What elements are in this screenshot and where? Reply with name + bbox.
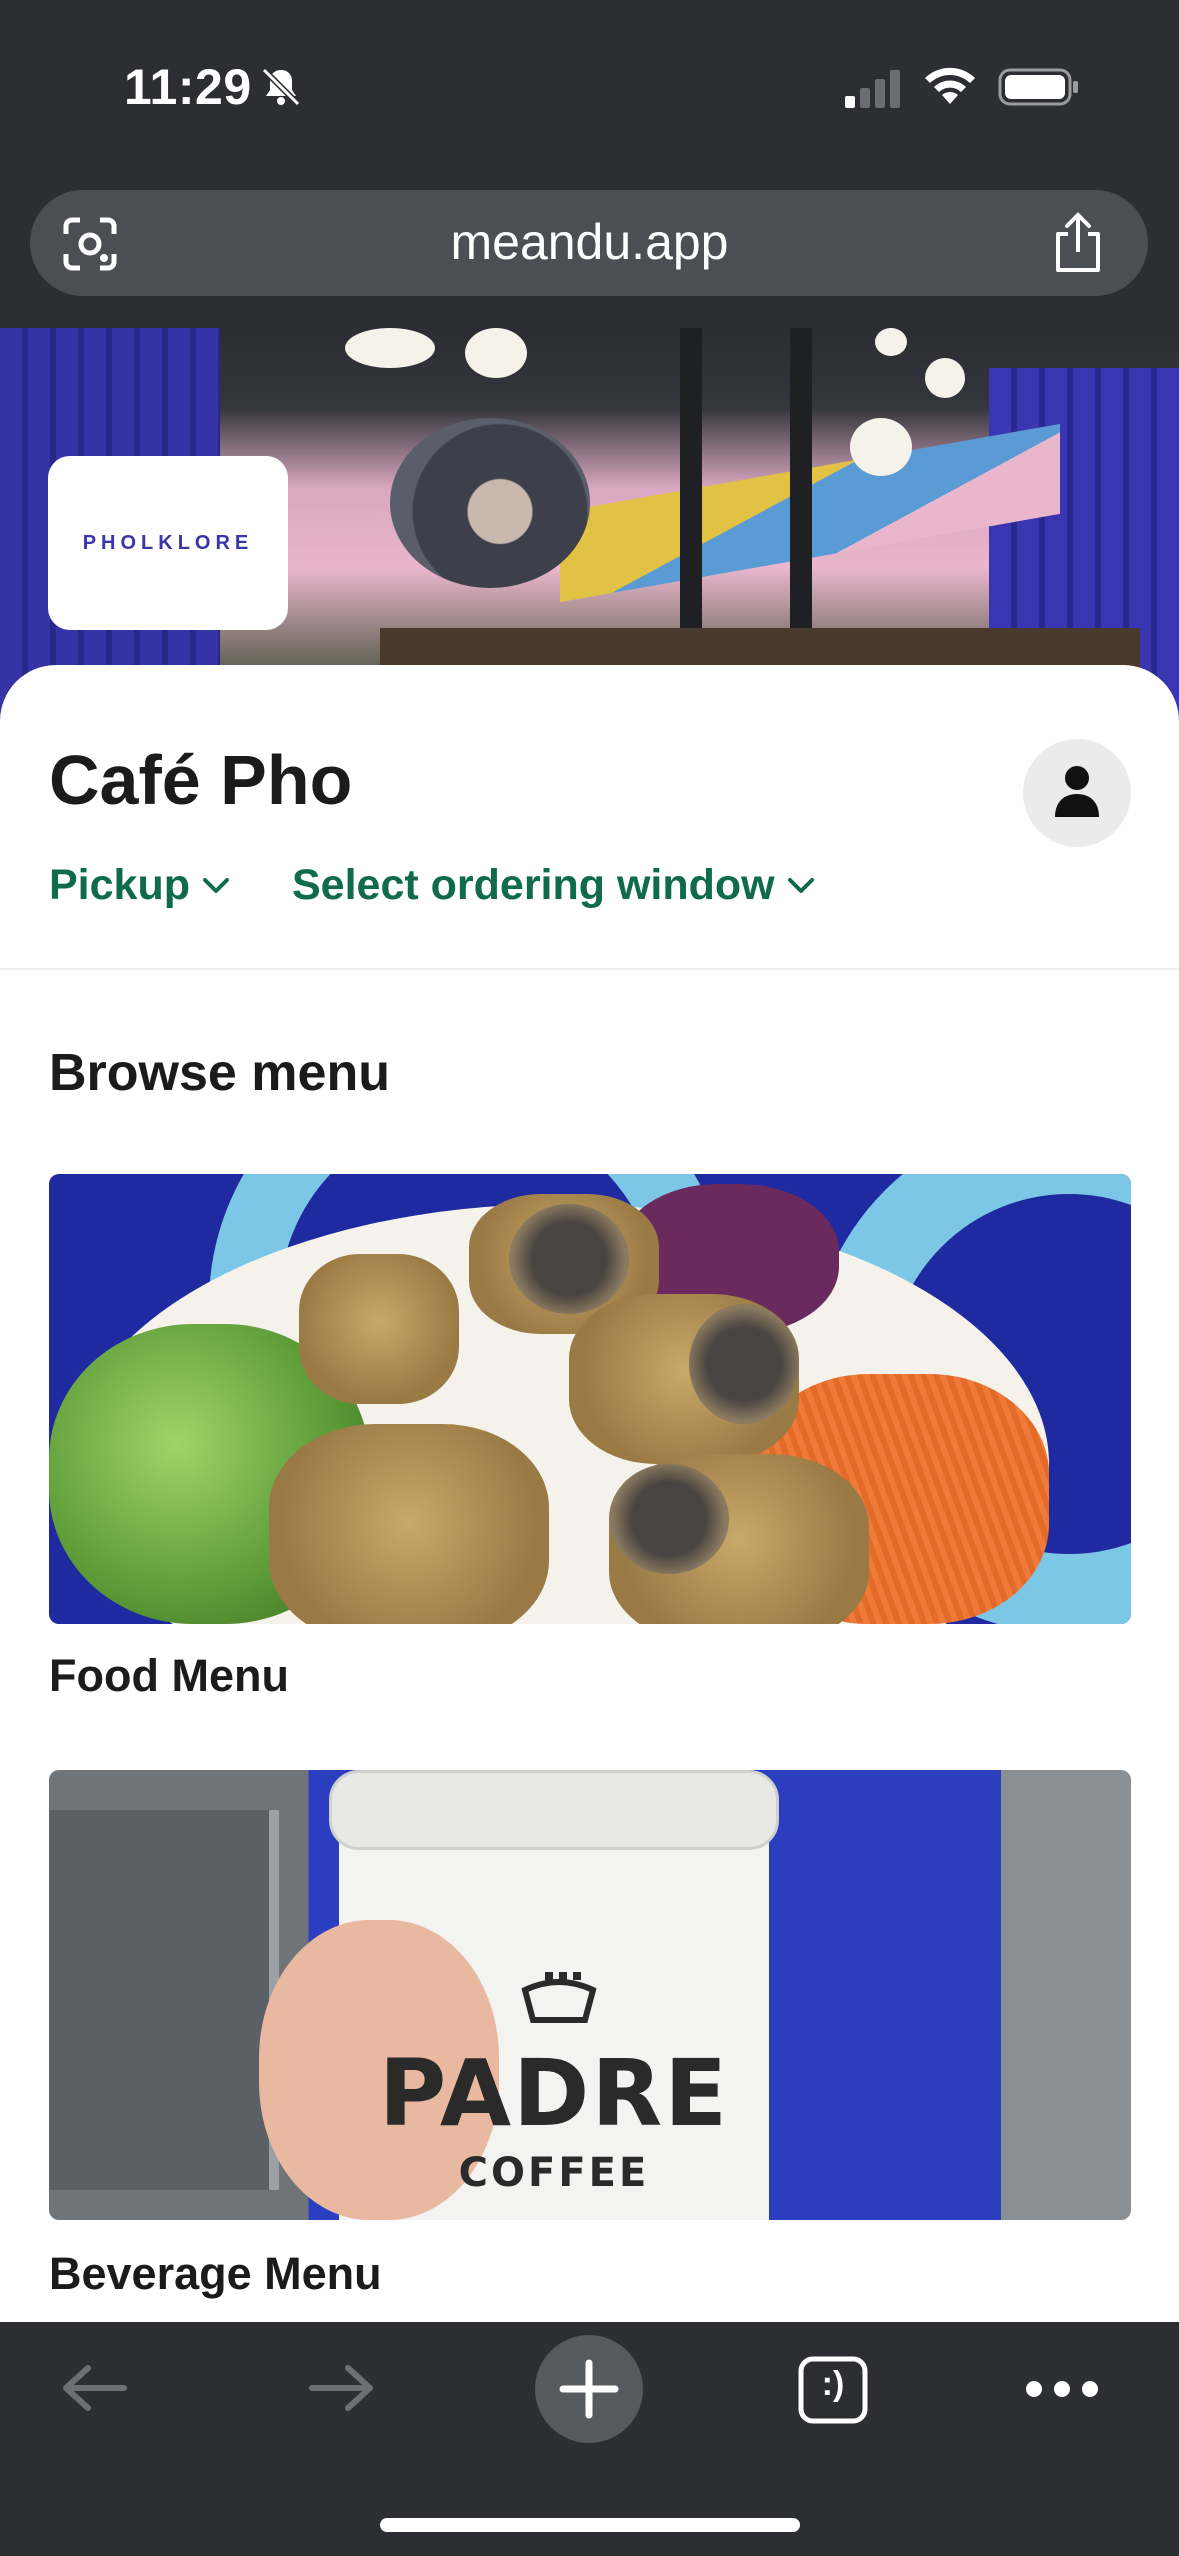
order-type-label: Pickup <box>49 861 190 909</box>
crown-icon <box>521 1972 597 2023</box>
ordering-window-label: Select ordering window <box>292 861 775 909</box>
person-icon <box>1055 766 1099 817</box>
back-arrow-icon[interactable] <box>58 2360 130 2416</box>
home-indicator[interactable] <box>380 2518 800 2532</box>
plus-icon <box>559 2359 619 2419</box>
tabs-count-label: :) <box>821 2365 845 2403</box>
cup-brand-text: PADRE <box>378 2040 730 2147</box>
venue-name: Café Pho <box>49 741 353 819</box>
url-text[interactable]: meandu.app <box>0 213 1179 271</box>
share-icon[interactable] <box>1050 212 1106 274</box>
more-icon[interactable] <box>1022 2376 1102 2402</box>
beverage-menu-label[interactable]: Beverage Menu <box>49 2248 382 2300</box>
divider <box>0 968 1179 970</box>
ordering-window-dropdown[interactable]: Select ordering window <box>292 861 815 910</box>
logo-text: PHOLKLORE <box>82 531 254 554</box>
wifi-icon <box>925 67 975 104</box>
forward-arrow-icon[interactable] <box>306 2360 378 2416</box>
battery-icon <box>998 68 1078 106</box>
food-menu-label[interactable]: Food Menu <box>49 1650 289 1702</box>
food-menu-image[interactable] <box>49 1174 1131 1624</box>
venue-logo: PHOLKLORE <box>48 456 288 630</box>
signal-icon <box>845 70 900 108</box>
chevron-down-icon <box>203 877 229 893</box>
browse-menu-heading: Browse menu <box>49 1044 390 1102</box>
order-type-dropdown[interactable]: Pickup <box>49 861 230 910</box>
chevron-down-icon <box>787 877 814 893</box>
status-time: 11:29 <box>124 59 252 115</box>
bell-slash-icon <box>261 67 301 107</box>
beverage-menu-image[interactable]: PADRE COFFEE <box>49 1770 1131 2220</box>
cup-sub-text: COFFEE <box>458 2150 650 2196</box>
